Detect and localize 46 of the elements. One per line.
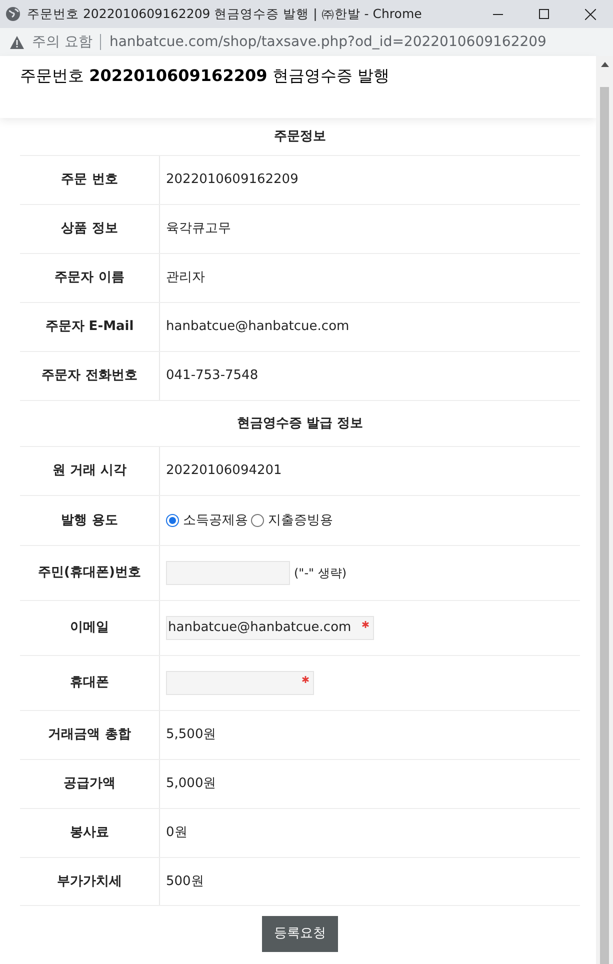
maximize-icon xyxy=(539,9,549,19)
warning-icon xyxy=(10,36,24,48)
field-value: 5,000원 xyxy=(166,775,216,794)
field-value: hanbatcue@hanbatcue.com xyxy=(166,318,350,336)
field-value: 2022010609162209 xyxy=(166,171,298,190)
field-label: 봉사료 xyxy=(70,824,109,842)
security-label: 주의 요함 xyxy=(32,32,92,52)
radio-button[interactable] xyxy=(166,514,179,527)
field-label: 주문 번호 xyxy=(61,171,118,190)
radio-option[interactable]: 지출증빙용 xyxy=(251,510,333,530)
field-label: 이메일 xyxy=(70,619,109,638)
scroll-up-icon xyxy=(600,62,608,67)
field-value: 5,500원 xyxy=(166,726,216,744)
input-field[interactable] xyxy=(166,561,290,585)
field-label: 주문자 이름 xyxy=(54,269,124,288)
url-text[interactable]: hanbatcue.com/shop/taxsave.php?od_id=2022010609162209 xyxy=(109,32,546,52)
radio-option[interactable]: 소득공제용 xyxy=(166,510,248,530)
scrollbar[interactable] xyxy=(596,56,613,964)
submit-button[interactable]: 등록요청 xyxy=(262,916,338,952)
field-label: 주민(휴대폰)번호 xyxy=(38,564,141,582)
radio-button[interactable] xyxy=(251,514,264,527)
required-icon xyxy=(302,676,309,683)
field-label: 상품 정보 xyxy=(61,220,118,238)
close-icon xyxy=(584,8,596,20)
field-label: 주문자 전화번호 xyxy=(42,367,138,386)
field-value: 041-753-7548 xyxy=(166,367,258,386)
section-title: 주문정보 xyxy=(274,128,326,146)
field-label: 발행 용도 xyxy=(61,512,118,530)
field-value: 육각큐고무 xyxy=(166,220,231,238)
window-title: 주문번호 2022010609162209 현금영수증 발행 | ㈜한발 - Chrome xyxy=(27,4,423,23)
input-field[interactable]: hanbatcue@hanbatcue.com xyxy=(166,616,374,640)
field-value: 0원 xyxy=(166,824,188,842)
field-label: 부가가치세 xyxy=(57,872,122,891)
page-title: 주문번호 2022010609162209 현금영수증 발행 xyxy=(20,66,390,85)
field-value: 관리자 xyxy=(166,269,205,288)
input-field[interactable] xyxy=(166,671,314,695)
field-label: 원 거래 시각 xyxy=(52,462,127,480)
field-label: 휴대폰 xyxy=(70,674,109,692)
field-label: 주문자 E-Mail xyxy=(45,318,134,336)
field-value: 500원 xyxy=(166,872,204,891)
field-value: 20220106094201 xyxy=(166,462,282,480)
field-label: 거래금액 총합 xyxy=(48,726,131,744)
required-icon xyxy=(362,621,369,628)
field-label: 공급가액 xyxy=(64,775,116,794)
section-title: 현금영수증 발급 정보 xyxy=(236,414,364,433)
field-hint: ("-" 생략) xyxy=(294,565,347,582)
